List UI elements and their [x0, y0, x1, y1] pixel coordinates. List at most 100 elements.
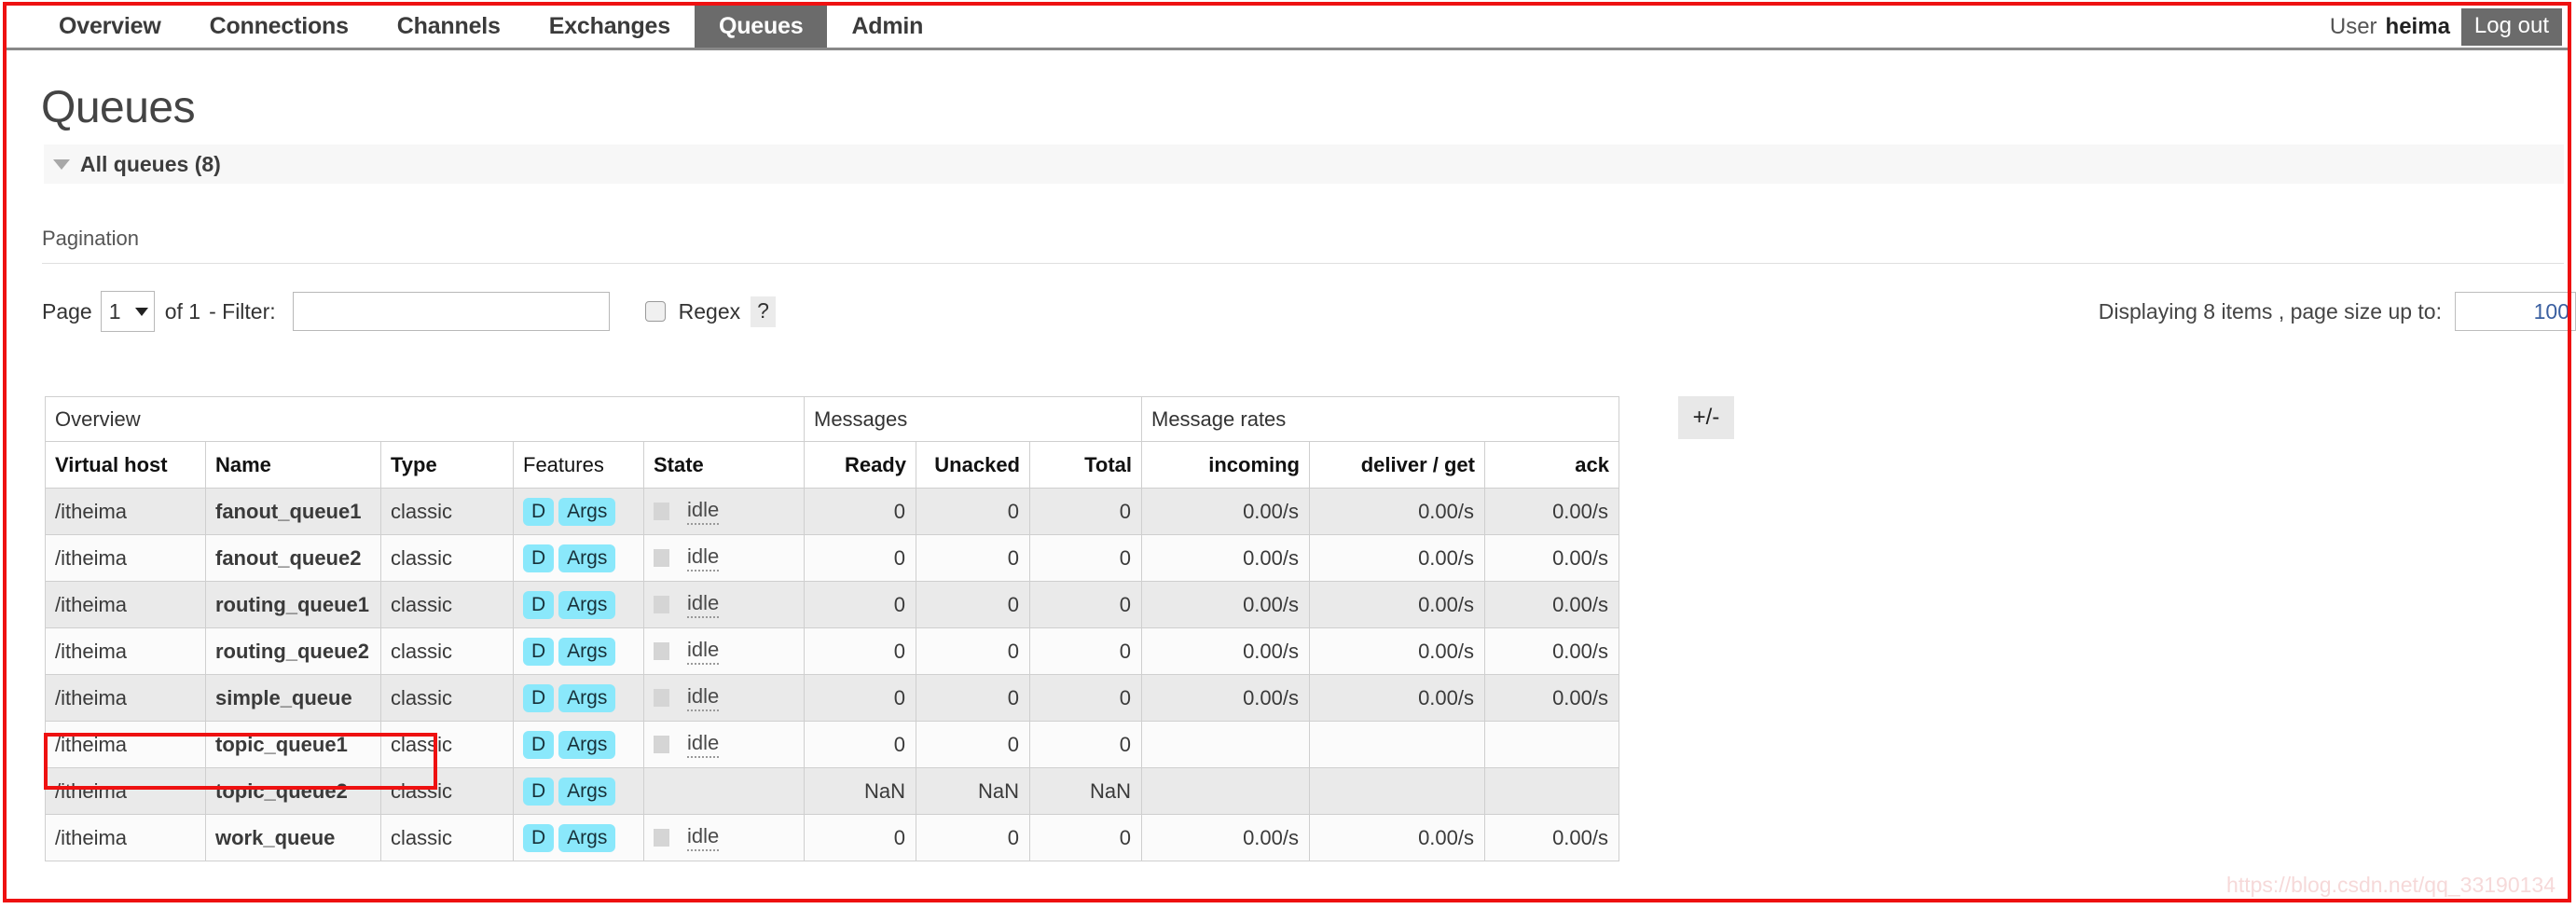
- cell-total: 0: [1029, 534, 1142, 582]
- column-header-features[interactable]: Features: [513, 441, 644, 489]
- table-row[interactable]: /itheima topic_queue2 classic D Args NaN NaN Na…: [45, 767, 1619, 815]
- page-size-input[interactable]: [2455, 292, 2576, 331]
- feature-badge-d[interactable]: D: [523, 683, 555, 712]
- cell-incoming: 0.00/s: [1141, 814, 1310, 861]
- state-indicator: idle: [654, 684, 804, 711]
- state-label: idle: [687, 498, 720, 525]
- cell-total: 0: [1029, 674, 1142, 722]
- regex-checkbox[interactable]: [644, 301, 666, 322]
- table-row[interactable]: /itheima simple_queue classic D Args idle 0 0 0 0…: [45, 674, 1619, 722]
- cell-features: D Args: [513, 721, 644, 768]
- cell-virtual-host: /itheima: [45, 488, 206, 535]
- cell-total: 0: [1029, 814, 1142, 861]
- table-row[interactable]: /itheima routing_queue1 classic D Args idle 0 0…: [45, 581, 1619, 628]
- feature-badge-d[interactable]: D: [523, 544, 555, 572]
- page-number-select[interactable]: 1: [100, 291, 155, 332]
- watermark-text: https://blog.csdn.net/qq_33190134: [2226, 873, 2555, 897]
- cell-deliver-get: [1309, 767, 1485, 815]
- cell-type: classic: [380, 814, 514, 861]
- state-label: idle: [687, 824, 720, 851]
- state-label: idle: [687, 684, 720, 711]
- table-row[interactable]: /itheima routing_queue2 classic D Args idle 0 0…: [45, 627, 1619, 675]
- cell-queue-name[interactable]: routing_queue1: [205, 581, 381, 628]
- cell-virtual-host: /itheima: [45, 581, 206, 628]
- cell-type: classic: [380, 767, 514, 815]
- column-header-ack[interactable]: ack: [1484, 441, 1619, 489]
- cell-queue-name[interactable]: routing_queue2: [205, 627, 381, 675]
- cell-ready: 0: [804, 534, 916, 582]
- table-row[interactable]: /itheima topic_queue1 classic D Args idle 0 0 0: [45, 721, 1619, 768]
- regex-help-icon[interactable]: ?: [751, 296, 776, 327]
- state-indicator: idle: [654, 824, 804, 851]
- cell-features: D Args: [513, 581, 644, 628]
- cell-features: D Args: [513, 488, 644, 535]
- page-title: Queues: [41, 83, 196, 132]
- cell-queue-name[interactable]: fanout_queue2: [205, 534, 381, 582]
- state-indicator: idle: [654, 638, 804, 665]
- table-row[interactable]: /itheima work_queue classic D Args idle 0 0 0 0.0…: [45, 814, 1619, 861]
- feature-badge-args[interactable]: Args: [558, 497, 616, 526]
- log-out-button[interactable]: Log out: [2460, 7, 2562, 46]
- feature-badge-args[interactable]: Args: [558, 683, 616, 712]
- cell-queue-name[interactable]: work_queue: [205, 814, 381, 861]
- group-header-overview: Overview: [45, 396, 805, 442]
- feature-badge-d[interactable]: D: [523, 637, 555, 666]
- column-header-incoming[interactable]: incoming: [1141, 441, 1310, 489]
- cell-deliver-get: 0.00/s: [1309, 627, 1485, 675]
- column-header-name[interactable]: Name: [205, 441, 381, 489]
- cell-deliver-get: 0.00/s: [1309, 488, 1485, 535]
- feature-badge-args[interactable]: Args: [558, 590, 616, 619]
- table-row[interactable]: /itheima fanout_queue1 classic D Args idle 0 0 0…: [45, 488, 1619, 535]
- nav-tab-queues[interactable]: Queues: [694, 6, 828, 48]
- triangle-down-icon[interactable]: [53, 158, 70, 170]
- table-row[interactable]: /itheima fanout_queue2 classic D Args idle 0 0 0…: [45, 534, 1619, 582]
- cell-incoming: 0.00/s: [1141, 581, 1310, 628]
- feature-badge-args[interactable]: Args: [558, 823, 616, 852]
- state-indicator: idle: [654, 731, 804, 758]
- cell-queue-name[interactable]: simple_queue: [205, 674, 381, 722]
- cell-unacked: 0: [916, 721, 1030, 768]
- feature-badge-d[interactable]: D: [523, 730, 555, 759]
- filter-input[interactable]: [292, 292, 610, 331]
- nav-tab-channels[interactable]: Channels: [373, 6, 525, 48]
- feature-badge-d[interactable]: D: [523, 590, 555, 619]
- cell-ack: 0.00/s: [1484, 814, 1619, 861]
- column-header-ready[interactable]: Ready: [804, 441, 916, 489]
- cell-state: idle: [643, 581, 805, 628]
- cell-ready: 0: [804, 814, 916, 861]
- nav-tab-connections[interactable]: Connections: [186, 6, 373, 48]
- column-header-virtual-host[interactable]: Virtual host: [45, 441, 206, 489]
- cell-incoming: 0.00/s: [1141, 534, 1310, 582]
- column-header-unacked[interactable]: Unacked: [916, 441, 1030, 489]
- cell-ack: 0.00/s: [1484, 581, 1619, 628]
- cell-ready: 0: [804, 581, 916, 628]
- all-queues-section-header[interactable]: All queues (8): [44, 145, 2564, 184]
- cell-virtual-host: /itheima: [45, 814, 206, 861]
- column-header-total[interactable]: Total: [1029, 441, 1142, 489]
- cell-queue-name[interactable]: topic_queue2: [205, 767, 381, 815]
- feature-badge-args[interactable]: Args: [558, 777, 616, 806]
- nav-tab-admin[interactable]: Admin: [827, 6, 947, 48]
- state-square-icon: [654, 642, 669, 660]
- cell-ready: NaN: [804, 767, 916, 815]
- nav-tab-overview[interactable]: Overview: [34, 6, 186, 48]
- feature-badge-d[interactable]: D: [523, 823, 555, 852]
- cell-ack: 0.00/s: [1484, 488, 1619, 535]
- cell-virtual-host: /itheima: [45, 627, 206, 675]
- column-header-type[interactable]: Type: [380, 441, 514, 489]
- feature-badge-d[interactable]: D: [523, 777, 555, 806]
- feature-badge-args[interactable]: Args: [558, 637, 616, 666]
- nav-tab-exchanges[interactable]: Exchanges: [525, 6, 695, 48]
- column-header-state[interactable]: State: [643, 441, 805, 489]
- cell-incoming: [1141, 721, 1310, 768]
- column-header-deliver-get[interactable]: deliver / get: [1309, 441, 1485, 489]
- feature-badge-args[interactable]: Args: [558, 544, 616, 572]
- cell-ack: 0.00/s: [1484, 627, 1619, 675]
- toggle-columns-button[interactable]: +/-: [1678, 396, 1734, 439]
- cell-state: idle: [643, 814, 805, 861]
- cell-queue-name[interactable]: fanout_queue1: [205, 488, 381, 535]
- cell-queue-name[interactable]: topic_queue1: [205, 721, 381, 768]
- feature-badge-args[interactable]: Args: [558, 730, 616, 759]
- feature-badge-d[interactable]: D: [523, 497, 555, 526]
- state-square-icon: [654, 689, 669, 707]
